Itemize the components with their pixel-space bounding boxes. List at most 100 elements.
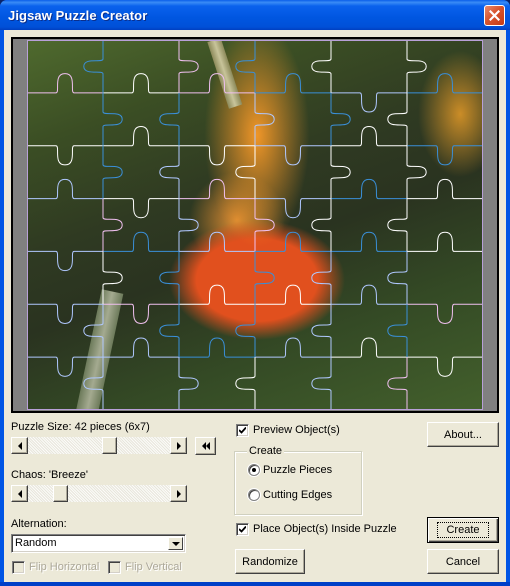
cut-line-vertical — [159, 304, 180, 358]
cut-line-horizontal — [103, 198, 179, 219]
cut-line-vertical — [311, 304, 332, 358]
cut-line-horizontal — [407, 231, 483, 252]
close-button[interactable] — [484, 5, 505, 26]
radio-selected-dot — [252, 468, 256, 472]
cut-line-horizontal — [27, 356, 103, 377]
cancel-button[interactable]: Cancel — [427, 549, 499, 574]
cut-line-horizontal — [27, 145, 103, 166]
cut-line-vertical — [311, 251, 332, 305]
cut-line-horizontal — [331, 231, 407, 252]
about-button[interactable]: About... — [427, 422, 499, 447]
chaos-label: Chaos: 'Breeze' — [11, 469, 88, 481]
cut-line-vertical — [235, 357, 256, 410]
cut-line-horizontal — [103, 73, 179, 94]
puzzle-pieces-radio[interactable] — [248, 464, 260, 476]
cut-line-vertical — [406, 145, 427, 199]
cut-line-horizontal — [179, 231, 255, 252]
cut-line-horizontal — [179, 145, 255, 166]
cut-line-vertical — [159, 92, 180, 146]
slider-right-button[interactable] — [170, 437, 187, 454]
cut-line-horizontal — [103, 337, 179, 358]
chevron-down-icon — [171, 541, 180, 546]
cut-line-horizontal — [331, 337, 407, 358]
dropdown-button[interactable] — [168, 537, 183, 550]
cutting-edges-radio[interactable] — [248, 489, 260, 501]
flip-horizontal-label: Flip Horizontal — [29, 561, 100, 573]
cut-line-vertical — [235, 40, 256, 93]
puzzle-size-slider[interactable] — [11, 437, 187, 454]
randomize-button-label: Randomize — [242, 555, 298, 568]
cut-line-vertical — [178, 357, 199, 410]
cut-line-vertical — [387, 92, 408, 146]
preview-objects-label: Preview Object(s) — [253, 424, 340, 436]
arrow-right-icon — [176, 441, 181, 450]
flip-vertical-checkbox[interactable] — [108, 561, 121, 574]
cut-line-vertical — [178, 198, 199, 252]
create-group-legend: Create — [247, 445, 285, 457]
cut-line-vertical — [102, 92, 123, 146]
cut-line-horizontal — [407, 73, 483, 94]
cut-line-horizontal — [255, 231, 331, 252]
flip-horizontal-checkbox[interactable] — [12, 561, 25, 574]
cut-line-vertical — [102, 145, 123, 199]
cut-line-vertical — [178, 40, 199, 93]
puzzle-pieces-label: Puzzle Pieces — [263, 464, 333, 476]
cut-line-horizontal — [27, 178, 103, 200]
create-groupbox — [234, 451, 362, 515]
cut-line-vertical — [311, 40, 332, 93]
cut-line-horizontal — [331, 92, 407, 113]
cut-line-horizontal — [27, 73, 103, 94]
cut-line-vertical — [387, 251, 408, 305]
cut-line-horizontal — [407, 178, 483, 200]
slider-left-button[interactable] — [11, 437, 28, 454]
close-icon — [489, 10, 500, 21]
cut-line-horizontal — [103, 303, 179, 324]
randomize-button[interactable]: Randomize — [235, 549, 305, 574]
cut-line-horizontal — [255, 284, 331, 305]
flip-vertical-label: Flip Vertical — [125, 561, 182, 573]
cut-line-vertical — [406, 40, 427, 93]
cut-line-horizontal — [331, 284, 407, 305]
preview-objects-checkbox[interactable] — [236, 424, 249, 437]
slider-right-button[interactable] — [170, 485, 187, 502]
create-button-label: Create — [437, 522, 489, 538]
cancel-button-label: Cancel — [445, 555, 481, 568]
chaos-thumb[interactable] — [53, 485, 69, 502]
cut-line-vertical — [102, 251, 123, 305]
cut-line-vertical — [159, 145, 180, 199]
cut-line-vertical — [102, 198, 123, 252]
window-frame-bottom — [0, 582, 510, 586]
create-button[interactable]: Create — [427, 517, 499, 543]
cut-line-horizontal — [179, 73, 255, 94]
cut-line-horizontal — [103, 126, 179, 147]
cut-line-vertical — [330, 92, 351, 146]
cut-line-horizontal — [255, 145, 331, 166]
cut-line-horizontal — [407, 145, 483, 166]
reset-size-button[interactable] — [195, 437, 216, 455]
cut-line-horizontal — [179, 178, 255, 200]
checkmark-icon — [239, 427, 246, 434]
slider-left-button[interactable] — [11, 485, 28, 502]
place-inside-checkbox[interactable] — [236, 523, 249, 536]
preview-image — [27, 40, 483, 410]
chaos-slider[interactable] — [11, 485, 187, 502]
cut-line-vertical — [235, 304, 256, 358]
window-title: Jigsaw Puzzle Creator — [8, 8, 148, 23]
cutting-edges-label: Cutting Edges — [263, 489, 333, 501]
cut-line-vertical — [83, 357, 104, 410]
cut-line-vertical — [254, 198, 275, 252]
cut-line-horizontal — [179, 337, 255, 358]
arrow-left-icon — [17, 441, 22, 450]
cut-line-horizontal — [179, 284, 255, 305]
cut-line-horizontal — [255, 337, 331, 358]
cut-line-vertical — [387, 198, 408, 252]
cut-line-horizontal — [407, 356, 483, 377]
arrow-right-icon — [176, 489, 181, 498]
cut-line-vertical — [83, 40, 104, 93]
cut-line-vertical — [254, 92, 275, 146]
cut-line-vertical — [311, 198, 332, 252]
cut-line-horizontal — [331, 178, 407, 200]
alternation-dropdown[interactable]: Random — [11, 534, 186, 553]
puzzle-size-thumb[interactable] — [101, 437, 117, 454]
cut-line-vertical — [387, 304, 408, 358]
